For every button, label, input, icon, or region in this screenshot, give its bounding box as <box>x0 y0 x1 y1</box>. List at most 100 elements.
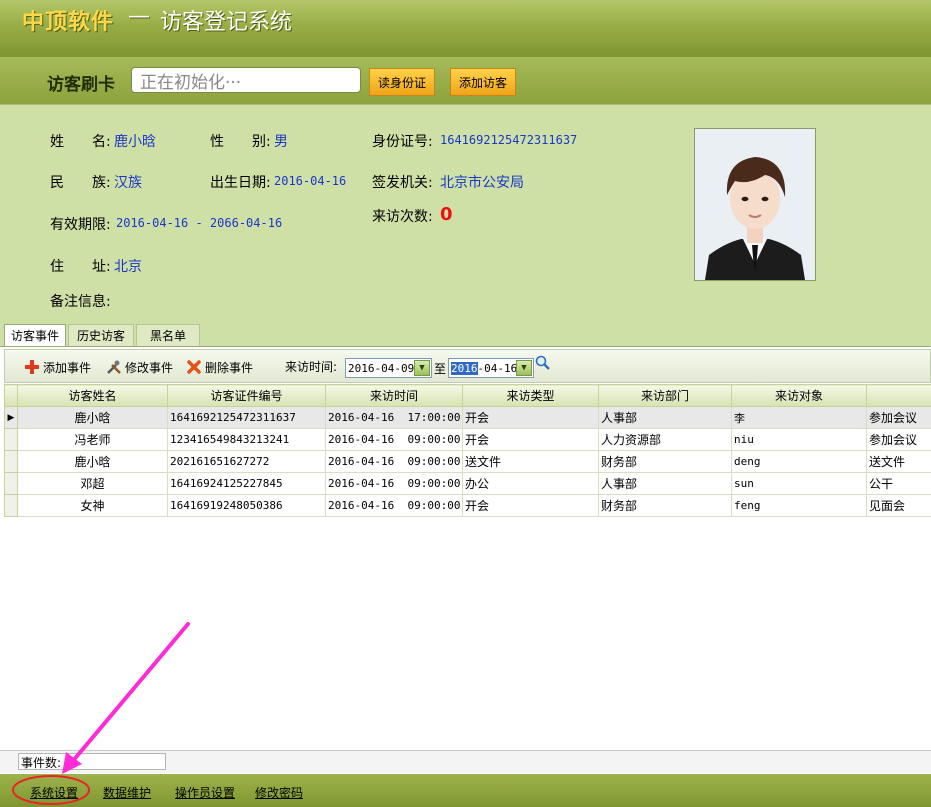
table-row[interactable]: 邓超 16416924125227845 2016-04-16 09:00:00… <box>4 472 931 495</box>
table-cell: 送文件 <box>866 450 931 473</box>
delete-event-button[interactable]: 删除事件 <box>185 358 253 376</box>
table-cell: 办公 <box>462 472 599 495</box>
table-cell: 2016-04-16 09:00:00 <box>325 428 463 451</box>
tab-history-visitors[interactable]: 历史访客 <box>68 324 134 346</box>
table-cell: 202161651627272 <box>167 450 326 473</box>
column-header[interactable]: 来访部门 <box>598 384 732 407</box>
events-toolbar: 添加事件 修改事件 删除事件 来访时间: 2016-04-09 ▼ 至 2016… <box>4 349 931 383</box>
delete-icon <box>185 358 203 376</box>
table-cell: niu <box>731 428 867 451</box>
address-value: 北京 <box>114 259 142 275</box>
column-header[interactable]: 访客姓名 <box>17 384 168 407</box>
visit-count-label: 来访次数: <box>372 209 433 225</box>
title-bar: 中顶软件 — 访客登记系统 <box>0 0 931 57</box>
delete-event-label: 删除事件 <box>205 360 254 375</box>
tab-strip: 访客事件 历史访客 黑名单 <box>0 320 931 346</box>
system-title: 访客登记系统 <box>160 10 293 35</box>
gender-value: 男 <box>274 134 288 150</box>
ethnicity-label: 民 族: <box>50 175 111 191</box>
column-header[interactable]: 来访时间 <box>325 384 463 407</box>
add-icon <box>23 358 41 376</box>
date-from-value: 2016-04-09 <box>348 361 415 375</box>
row-selector[interactable] <box>4 472 18 495</box>
visit-count-value: 0 <box>440 204 453 225</box>
table-cell: 人事部 <box>598 472 732 495</box>
search-icon[interactable] <box>535 355 551 371</box>
column-header[interactable]: 访客证件编号 <box>167 384 326 407</box>
chevron-down-icon[interactable]: ▼ <box>516 360 532 376</box>
table-cell: 参加会议 <box>866 428 931 451</box>
visitor-info-panel: 姓 名: 鹿小晗 性 别: 男 身份证号: 164169212547231163… <box>0 104 931 321</box>
edit-event-button[interactable]: 修改事件 <box>105 358 173 376</box>
date-to-picker[interactable]: 2016 -04-16 ▼ <box>448 358 534 378</box>
card-reader-bar: 访客刷卡 读身份证 添加访客 <box>0 57 931 104</box>
issuer-label: 签发机关: <box>372 175 433 191</box>
table-cell: 123416549843213241 <box>167 428 326 451</box>
row-selector-arrow-icon[interactable]: ▶ <box>4 406 18 429</box>
name-value: 鹿小晗 <box>114 134 156 150</box>
status-bar: 事件数: <box>0 750 931 773</box>
row-selector[interactable] <box>4 494 18 517</box>
title-separator: — <box>128 4 150 29</box>
name-label: 姓 名: <box>50 134 111 150</box>
events-panel: 添加事件 修改事件 删除事件 来访时间: 2016-04-09 ▼ 至 2016… <box>0 346 931 775</box>
id-number-value: 1641692125472311637 <box>440 133 578 147</box>
visit-time-label: 来访时间: <box>285 360 338 374</box>
birth-date-label: 出生日期: <box>210 175 271 191</box>
date-to-separator: 至 <box>434 362 447 376</box>
date-from-picker[interactable]: 2016-04-09 ▼ <box>345 358 432 378</box>
nav-change-password[interactable]: 修改密码 <box>255 784 303 801</box>
read-id-card-button[interactable]: 读身份证 <box>369 68 435 96</box>
issuer-value: 北京市公安局 <box>440 175 524 191</box>
table-header-row: 访客姓名 访客证件编号 来访时间 来访类型 来访部门 来访对象 <box>4 384 931 407</box>
table-cell: 开会 <box>462 494 599 517</box>
table-row[interactable]: ▶ 鹿小晗 1641692125472311637 2016-04-16 17:… <box>4 406 931 429</box>
table-cell: 2016-04-16 09:00:00 <box>325 494 463 517</box>
table-cell: 财务部 <box>598 450 732 473</box>
table-row[interactable]: 女神 16416919248050386 2016-04-16 09:00:00… <box>4 494 931 517</box>
table-cell: 16416919248050386 <box>167 494 326 517</box>
table-cell: 送文件 <box>462 450 599 473</box>
nav-system-settings[interactable]: 系统设置 <box>30 784 78 801</box>
table-cell: 2016-04-16 17:00:00 <box>325 406 463 429</box>
table-cell: 人力资源部 <box>598 428 732 451</box>
event-count: 事件数: <box>18 753 166 770</box>
column-header[interactable]: 来访对象 <box>731 384 867 407</box>
nav-operator-settings[interactable]: 操作员设置 <box>175 784 235 801</box>
table-cell: 鹿小晗 <box>17 450 168 473</box>
visitor-events-table: 访客姓名 访客证件编号 来访时间 来访类型 来访部门 来访对象 ▶ 鹿小晗 16… <box>4 384 931 517</box>
row-selector[interactable] <box>4 450 18 473</box>
column-header[interactable] <box>866 384 931 407</box>
table-cell: 财务部 <box>598 494 732 517</box>
table-cell: 公干 <box>866 472 931 495</box>
note-label: 备注信息: <box>50 294 111 310</box>
add-visitor-button[interactable]: 添加访客 <box>450 68 516 96</box>
date-to-selected-segment: 2016 <box>451 361 478 375</box>
row-selector[interactable] <box>4 428 18 451</box>
brand-name: 中顶软件 <box>22 9 115 35</box>
edit-tools-icon <box>105 358 123 376</box>
card-reader-input[interactable] <box>131 67 361 93</box>
table-cell: feng <box>731 494 867 517</box>
card-reader-label: 访客刷卡 <box>47 75 115 95</box>
table-row[interactable]: 鹿小晗 202161651627272 2016-04-16 09:00:00 … <box>4 450 931 473</box>
table-cell: 女神 <box>17 494 168 517</box>
table-row[interactable]: 冯老师 123416549843213241 2016-04-16 09:00:… <box>4 428 931 451</box>
table-cell: 开会 <box>462 406 599 429</box>
portrait-icon <box>695 129 815 280</box>
address-label: 住 址: <box>50 259 111 275</box>
id-number-label: 身份证号: <box>372 134 433 150</box>
add-event-button[interactable]: 添加事件 <box>23 358 91 376</box>
chevron-down-icon[interactable]: ▼ <box>414 360 430 376</box>
column-header[interactable]: 来访类型 <box>462 384 599 407</box>
validity-value: 2016-04-16 - 2066-04-16 <box>116 216 283 230</box>
tab-blacklist[interactable]: 黑名单 <box>136 324 200 346</box>
tab-visitor-events[interactable]: 访客事件 <box>4 324 66 346</box>
table-cell: 参加会议 <box>866 406 931 429</box>
nav-data-maintenance[interactable]: 数据维护 <box>103 784 151 801</box>
table-cell: 2016-04-16 09:00:00 <box>325 472 463 495</box>
table-cell: 2016-04-16 09:00:00 <box>325 450 463 473</box>
table-cell: sun <box>731 472 867 495</box>
birth-date-value: 2016-04-16 <box>274 174 347 188</box>
table-cell: 鹿小晗 <box>17 406 168 429</box>
